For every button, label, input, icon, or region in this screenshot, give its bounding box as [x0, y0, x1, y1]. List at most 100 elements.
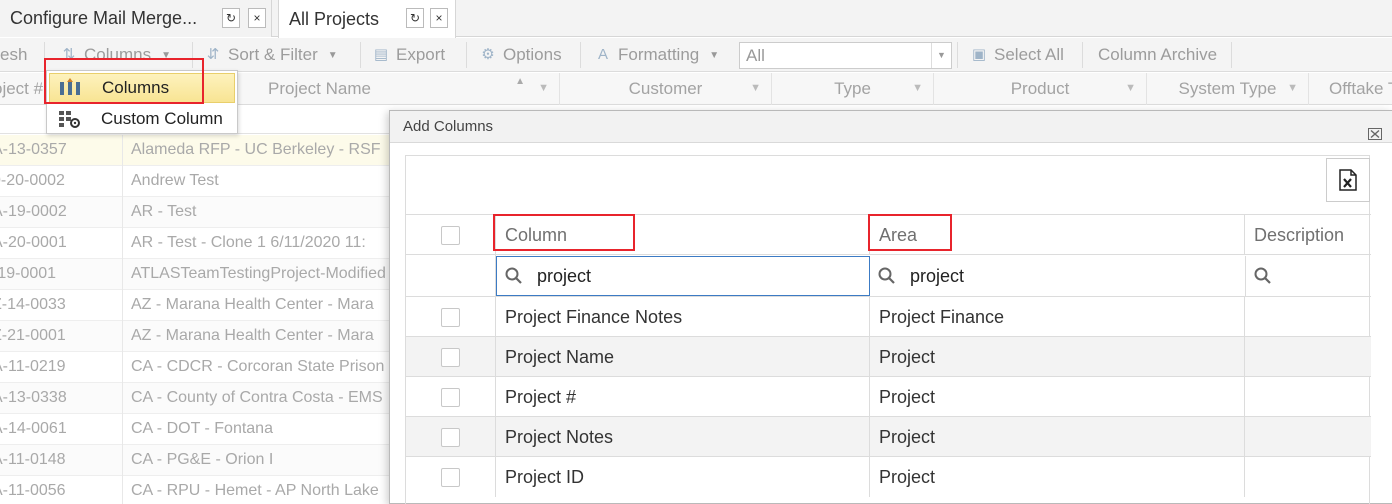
- project-number-cell: A-11-0219: [0, 358, 66, 375]
- row-checkbox[interactable]: [441, 307, 460, 327]
- columns-table: Column Area Description project project: [406, 214, 1371, 497]
- refresh-icon[interactable]: ↻: [222, 8, 240, 28]
- options-label: Options: [503, 45, 562, 64]
- divider: [466, 42, 467, 68]
- project-number-cell: A-13-0357: [0, 141, 67, 158]
- chevron-down-icon: ▼: [327, 49, 338, 61]
- export-button[interactable]: ▤ Export: [372, 38, 445, 72]
- export-icon: ▤: [373, 46, 389, 63]
- project-name-cell: ATLASTeamTestingProject-Modified: [131, 265, 386, 282]
- tab-configure-mail-merge[interactable]: Configure Mail Merge... ↻ ×: [0, 0, 272, 37]
- column-search-value: project: [537, 265, 592, 286]
- filter-icon[interactable]: ▼: [750, 82, 761, 94]
- header-label: oject #: [0, 79, 44, 98]
- table-row[interactable]: Project Finance Notes Project Finance: [406, 296, 1371, 337]
- dialog-title: Add Columns: [403, 118, 494, 135]
- filter-row: project project: [406, 254, 1371, 297]
- divider: [122, 135, 123, 166]
- chevron-down-icon: ▼: [709, 49, 720, 61]
- tab-bar: Configure Mail Merge... ↻ × All Projects…: [0, 0, 1392, 38]
- options-button[interactable]: ⚙ Options: [479, 38, 562, 72]
- table-row[interactable]: Project Notes Project: [406, 416, 1371, 457]
- divider: [122, 383, 123, 414]
- divider: [1231, 42, 1232, 68]
- select-all-label: Select All: [994, 45, 1064, 64]
- search-icon: [878, 267, 895, 284]
- project-name-cell: CA - DOT - Fontana: [131, 420, 273, 437]
- dialog-body: Column Area Description project project: [405, 155, 1371, 504]
- column-archive-button[interactable]: Column Archive: [1098, 38, 1217, 72]
- header-label: Description: [1254, 224, 1345, 245]
- filter-icon[interactable]: ▼: [1125, 82, 1136, 94]
- column-header-description[interactable]: Description: [1245, 215, 1370, 255]
- project-number-cell: A-20-0001: [0, 234, 67, 251]
- select-all-icon: ▣: [971, 46, 987, 63]
- column-search-input[interactable]: project: [496, 256, 870, 296]
- row-checkbox[interactable]: [441, 467, 460, 487]
- select-all-button[interactable]: ▣ Select All: [970, 38, 1064, 72]
- highlight-box: [44, 58, 204, 104]
- refresh-label: esh: [0, 45, 28, 64]
- project-number-cell: Z-14-0033: [0, 296, 66, 313]
- column-archive-label: Column Archive: [1098, 45, 1218, 64]
- search-icon: [505, 267, 522, 284]
- select-all-checkbox[interactable]: [441, 225, 460, 245]
- gear-icon: ⚙: [481, 46, 495, 63]
- header-label: Customer: [628, 79, 703, 98]
- table-row[interactable]: Project Name Project: [406, 336, 1371, 377]
- header-label: Offtake T: [1329, 79, 1392, 98]
- filter-icon[interactable]: ▼: [912, 82, 923, 94]
- export-excel-button[interactable]: [1326, 158, 1370, 202]
- view-select[interactable]: All ▼: [739, 42, 952, 69]
- sort-filter-label: Sort & Filter: [228, 45, 318, 64]
- area-cell: Project: [870, 457, 1245, 497]
- close-icon[interactable]: ×: [430, 8, 448, 28]
- tab-label: All Projects: [289, 8, 380, 29]
- export-label: Export: [396, 45, 446, 64]
- header-label: Project Name: [268, 79, 371, 98]
- refresh-icon[interactable]: ↻: [406, 8, 424, 28]
- search-icon: [1254, 267, 1271, 284]
- close-icon[interactable]: [1368, 119, 1382, 151]
- project-number-cell: A-19-0002: [0, 203, 67, 220]
- area-cell: Project: [870, 417, 1245, 457]
- project-name-cell: CA - PG&E - Orion I: [131, 451, 274, 468]
- filter-icon[interactable]: ▼: [1287, 82, 1298, 94]
- tab-all-projects[interactable]: All Projects ↻ ×: [278, 0, 456, 38]
- row-checkbox[interactable]: [441, 347, 460, 367]
- project-name-cell: CA - County of Contra Costa - EMS: [131, 389, 383, 406]
- table-row[interactable]: Project # Project: [406, 376, 1371, 417]
- column-header-type[interactable]: Type ▼: [772, 73, 934, 105]
- column-header-offtake-type[interactable]: Offtake T: [1309, 73, 1392, 105]
- filter-spacer: [406, 255, 496, 297]
- column-header-customer[interactable]: Customer ▼: [560, 73, 772, 105]
- table-row[interactable]: Project ID Project: [406, 456, 1371, 497]
- menu-item-custom-column[interactable]: Custom Column: [49, 104, 235, 134]
- sort-ascending-icon: ▲: [515, 76, 525, 87]
- chevron-down-icon: ▼: [931, 43, 951, 68]
- add-columns-dialog: Add Columns Column Area Description proj…: [389, 110, 1392, 504]
- divider: [360, 42, 361, 68]
- header-label: Type: [834, 79, 871, 98]
- column-header-system-type[interactable]: System Type ▼: [1147, 73, 1309, 105]
- project-name-cell: AZ - Marana Health Center - Mara: [131, 296, 374, 313]
- filter-icon[interactable]: ▼: [538, 82, 549, 94]
- project-number-cell: 0-20-0002: [0, 172, 65, 189]
- sort-filter-button[interactable]: ⇵ Sort & Filter ▼: [204, 38, 338, 72]
- refresh-button[interactable]: esh: [0, 38, 27, 72]
- close-icon[interactable]: ×: [248, 8, 266, 28]
- grid-toolbar: esh ⇅ Columns ▼ ⇵ Sort & Filter ▼ ▤ Expo…: [0, 38, 1392, 72]
- sort-filter-icon: ⇵: [206, 46, 220, 63]
- row-checkbox[interactable]: [441, 427, 460, 447]
- column-name-cell: Project #: [496, 377, 870, 417]
- column-name-cell: Project Name: [496, 337, 870, 377]
- formatting-label: Formatting: [618, 45, 700, 64]
- project-number-cell: A-11-0056: [0, 482, 66, 499]
- description-search-input[interactable]: [1245, 256, 1370, 296]
- column-name-cell: Project ID: [496, 457, 870, 497]
- area-search-input[interactable]: project: [870, 256, 1245, 296]
- formatting-button[interactable]: A Formatting ▼: [594, 38, 719, 72]
- column-header-product[interactable]: Product ▼: [934, 73, 1147, 105]
- row-checkbox[interactable]: [441, 387, 460, 407]
- custom-column-icon: [58, 109, 80, 129]
